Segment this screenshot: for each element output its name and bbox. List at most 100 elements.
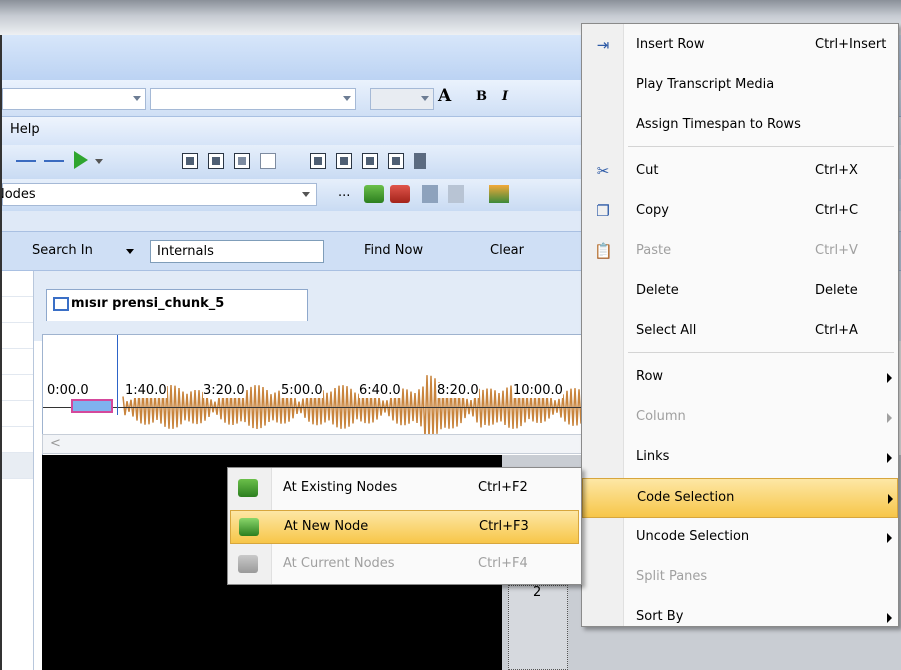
submenu-item-label: At Current Nodes (283, 556, 395, 571)
chevron-down-icon (302, 192, 310, 197)
table-icon[interactable] (362, 153, 378, 169)
node-icon (239, 518, 259, 536)
menu-item-links[interactable]: Links (582, 438, 898, 478)
uncode-icon[interactable] (390, 185, 410, 203)
menu-separator (628, 146, 894, 147)
table-icon[interactable] (336, 153, 352, 169)
submenu-arrow-icon (888, 494, 893, 504)
nav-row[interactable] (2, 375, 33, 401)
horizontal-scrollbar[interactable]: < (42, 434, 587, 454)
nodes-combo-value: Nodes (2, 187, 36, 202)
insert-row-icon: ⇥ (596, 36, 610, 54)
menu-item-row[interactable]: Row (582, 358, 898, 398)
submenu-item-label: At Existing Nodes (283, 480, 398, 495)
selection-range[interactable] (71, 399, 113, 413)
italic-icon[interactable]: I (502, 89, 508, 104)
menu-item-label: Assign Timespan to Rows (636, 117, 801, 132)
menu-item-cut[interactable]: ✂ Cut Ctrl+X (582, 152, 898, 192)
more-button[interactable]: ... (338, 185, 350, 200)
menu-item-select-all[interactable]: Select All Ctrl+A (582, 312, 898, 352)
bold-icon[interactable]: B (476, 89, 487, 104)
scissors-icon: ✂ (596, 162, 610, 180)
nav-row[interactable] (2, 401, 33, 427)
style-combo[interactable] (2, 88, 146, 110)
submenu-item-shortcut: Ctrl+F4 (478, 556, 528, 571)
submenu-item-at-new-node[interactable]: At New Node Ctrl+F3 (230, 510, 579, 544)
table-icon[interactable] (310, 153, 326, 169)
nav-row[interactable] (2, 453, 33, 479)
nav-row[interactable] (2, 349, 33, 375)
document-tab-title: mısır prensi_chunk_5 (71, 296, 225, 311)
context-menu: ⇥ Insert Row Ctrl+Insert Play Transcript Me… (581, 23, 899, 627)
submenu-item-at-current-nodes[interactable]: At Current Nodes Ctrl+F4 (230, 548, 579, 582)
align-icon[interactable] (448, 185, 464, 203)
row-number: 2 (533, 585, 542, 600)
font-combo[interactable] (150, 88, 356, 110)
list-icon[interactable] (422, 185, 438, 203)
table-icon[interactable] (182, 153, 198, 169)
chevron-down-icon[interactable] (95, 159, 103, 164)
document-tab[interactable]: mısır prensi_chunk_5 (46, 289, 308, 321)
menu-item-play-transcript-media[interactable]: Play Transcript Media (582, 66, 898, 106)
clear-button[interactable]: Clear (490, 243, 524, 258)
table-icon[interactable] (260, 153, 276, 169)
menu-item-label: Sort By (636, 609, 684, 624)
search-in-field[interactable]: Internals (150, 240, 324, 263)
table-icon[interactable] (208, 153, 224, 169)
chevron-down-icon[interactable] (126, 249, 134, 254)
table-row[interactable]: 2 (508, 585, 568, 670)
timeline-tick-label: 8:20.0 (437, 383, 479, 398)
menu-item-label: Row (636, 369, 664, 384)
nav-row[interactable] (2, 427, 33, 453)
submenu-item-at-existing-nodes[interactable]: At Existing Nodes Ctrl+F2 (230, 472, 579, 506)
nav-row[interactable] (2, 323, 33, 349)
chevron-down-icon (343, 96, 351, 101)
menu-item-split-panes[interactable]: Split Panes (582, 558, 898, 598)
coding-stripes-icon[interactable] (489, 185, 509, 203)
menu-item-copy[interactable]: ❐ Copy Ctrl+C (582, 192, 898, 232)
scroll-left-icon[interactable]: < (50, 436, 61, 451)
nodes-combo[interactable]: Nodes (2, 183, 317, 206)
menu-item-label: Split Panes (636, 569, 708, 584)
submenu-item-shortcut: Ctrl+F3 (479, 519, 529, 534)
menu-item-label: Play Transcript Media (636, 77, 775, 92)
column-icon[interactable] (414, 153, 426, 169)
chevron-down-icon (421, 96, 429, 101)
menu-item-shortcut: Delete (815, 283, 858, 298)
menu-item-insert-row[interactable]: ⇥ Insert Row Ctrl+Insert (582, 26, 898, 66)
copy-icon: ❐ (596, 202, 610, 220)
code-at-node-icon[interactable] (364, 185, 384, 203)
timeline-tick-label: 3:20.0 (203, 383, 245, 398)
table-icon[interactable] (388, 153, 404, 169)
search-in-dropdown[interactable]: Search In (32, 243, 93, 258)
table-icon[interactable] (234, 153, 250, 169)
indent-icon[interactable] (16, 153, 38, 169)
timeline-tick-label: 5:00.0 (281, 383, 323, 398)
menu-item-uncode-selection[interactable]: Uncode Selection (582, 518, 898, 558)
menu-item-code-selection[interactable]: Code Selection (582, 478, 898, 518)
menu-item-delete[interactable]: Delete Delete (582, 272, 898, 312)
timeline-tick-label: 6:40.0 (359, 383, 401, 398)
document-icon (53, 297, 69, 311)
code-selection-submenu: At Existing Nodes Ctrl+F2 At New Node Ctrl+… (227, 467, 582, 585)
menu-item-assign-timespan-to-rows[interactable]: Assign Timespan to Rows (582, 106, 898, 146)
menu-item-paste[interactable]: 📋 Paste Ctrl+V (582, 232, 898, 272)
menu-item-label: Insert Row (636, 37, 705, 52)
outdent-icon[interactable] (44, 153, 66, 169)
playhead[interactable] (117, 335, 118, 415)
submenu-arrow-icon (887, 373, 892, 383)
nav-row[interactable] (2, 271, 33, 297)
find-now-button[interactable]: Find Now (364, 243, 423, 258)
menu-item-column[interactable]: Column (582, 398, 898, 438)
menu-help[interactable]: Help (10, 122, 40, 137)
play-icon[interactable] (74, 151, 88, 169)
font-color-icon[interactable]: A (438, 86, 451, 106)
menu-item-sort-by[interactable]: Sort By (582, 598, 898, 638)
menu-item-shortcut: Ctrl+C (815, 203, 859, 218)
menu-item-label: Paste (636, 243, 672, 258)
font-size-combo[interactable] (370, 88, 434, 110)
menu-item-shortcut: Ctrl+V (815, 243, 858, 258)
nav-row[interactable] (2, 297, 33, 323)
submenu-item-label: At New Node (284, 519, 369, 534)
menu-item-label: Delete (636, 283, 679, 298)
